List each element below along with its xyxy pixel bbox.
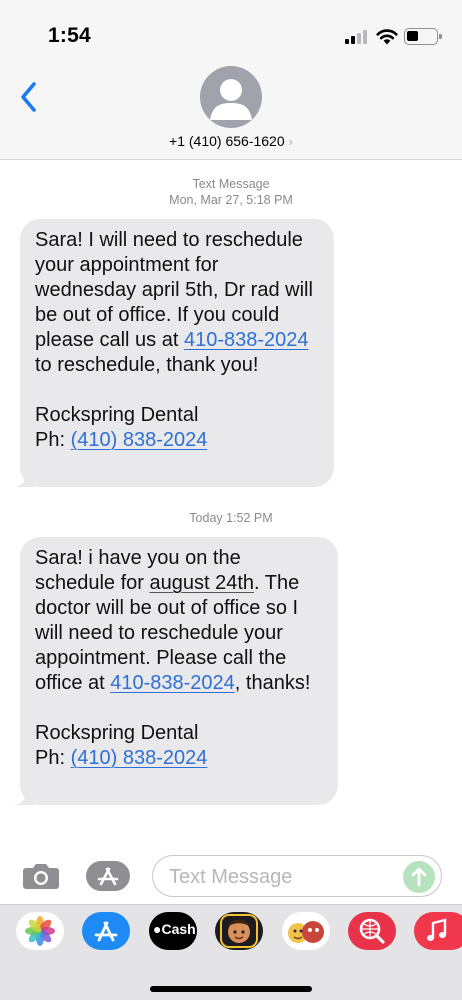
app-store-app-button[interactable] xyxy=(82,912,130,950)
message-date-label: Mon, Mar 27, 5:18 PM xyxy=(169,193,293,207)
phone-link[interactable]: 410-838-2024 xyxy=(110,672,235,694)
arrow-up-icon xyxy=(411,867,427,887)
message-signature: Rockspring Dental xyxy=(35,404,199,426)
animoji-app-button[interactable] xyxy=(282,912,330,950)
message-input[interactable] xyxy=(169,865,394,889)
home-indicator[interactable] xyxy=(150,986,312,992)
status-bar: 1:54 xyxy=(0,0,462,60)
photos-app-button[interactable] xyxy=(16,912,64,950)
contact-number: +1 (410) 656-1620 xyxy=(169,133,285,149)
message-signature: Rockspring Dental xyxy=(35,722,199,744)
web-search-app-button[interactable] xyxy=(348,912,396,950)
phone-link[interactable]: (410) 838-2024 xyxy=(71,429,208,451)
phone-link[interactable]: 410-838-2024 xyxy=(184,329,309,351)
message-field[interactable] xyxy=(152,855,442,897)
back-chevron-icon[interactable] xyxy=(16,80,42,114)
battery-icon xyxy=(404,28,442,45)
music-icon xyxy=(427,918,447,941)
send-button[interactable] xyxy=(403,861,435,893)
message-timestamp: Today 1:52 PM xyxy=(0,510,462,526)
message-text: Sara! I will need to reschedule your app… xyxy=(35,229,313,376)
incoming-message-bubble[interactable]: Sara! I will need to reschedule your app… xyxy=(13,219,334,487)
bubble-tail xyxy=(13,793,35,805)
wifi-icon xyxy=(376,29,398,45)
animoji-icon xyxy=(288,921,324,943)
photos-icon xyxy=(25,916,55,946)
memoji-icon xyxy=(220,914,258,948)
message-date-label: Today 1:52 PM xyxy=(189,511,273,525)
person-icon xyxy=(210,79,252,120)
app-store-icon xyxy=(94,921,118,942)
incoming-message-bubble[interactable]: Sara! i have you on the schedule for aug… xyxy=(13,537,338,805)
message-timestamp: Text Message Mon, Mar 27, 5:18 PM xyxy=(0,176,462,208)
memoji-app-button[interactable] xyxy=(215,912,263,950)
app-store-icon[interactable] xyxy=(86,861,130,891)
clock: 1:54 xyxy=(48,24,91,47)
bubble-tail xyxy=(13,475,35,487)
camera-icon[interactable] xyxy=(22,862,60,890)
imessage-app-drawer: ●Cash xyxy=(0,904,462,1000)
conversation-header: +1 (410) 656-1620 › xyxy=(0,60,462,160)
web-search-icon xyxy=(359,918,385,944)
music-app-button[interactable] xyxy=(414,912,462,950)
date-link[interactable]: august 24th xyxy=(150,572,255,594)
apple-cash-icon: ●Cash xyxy=(153,921,196,937)
phone-link[interactable]: (410) 838-2024 xyxy=(71,747,208,769)
message-phone-line: Ph: (410) 838-2024 xyxy=(35,429,208,451)
apple-cash-app-button[interactable]: ●Cash xyxy=(149,912,197,950)
message-type-label: Text Message xyxy=(192,177,270,191)
message-phone-line: Ph: (410) 838-2024 xyxy=(35,747,208,769)
message-text: Sara! i have you on the schedule for aug… xyxy=(35,547,311,694)
cellular-signal-icon xyxy=(345,30,369,44)
contact-avatar[interactable] xyxy=(200,66,262,128)
compose-bar xyxy=(0,848,462,904)
contact-name-button[interactable]: +1 (410) 656-1620 › xyxy=(0,133,462,149)
chevron-right-icon: › xyxy=(288,134,293,149)
